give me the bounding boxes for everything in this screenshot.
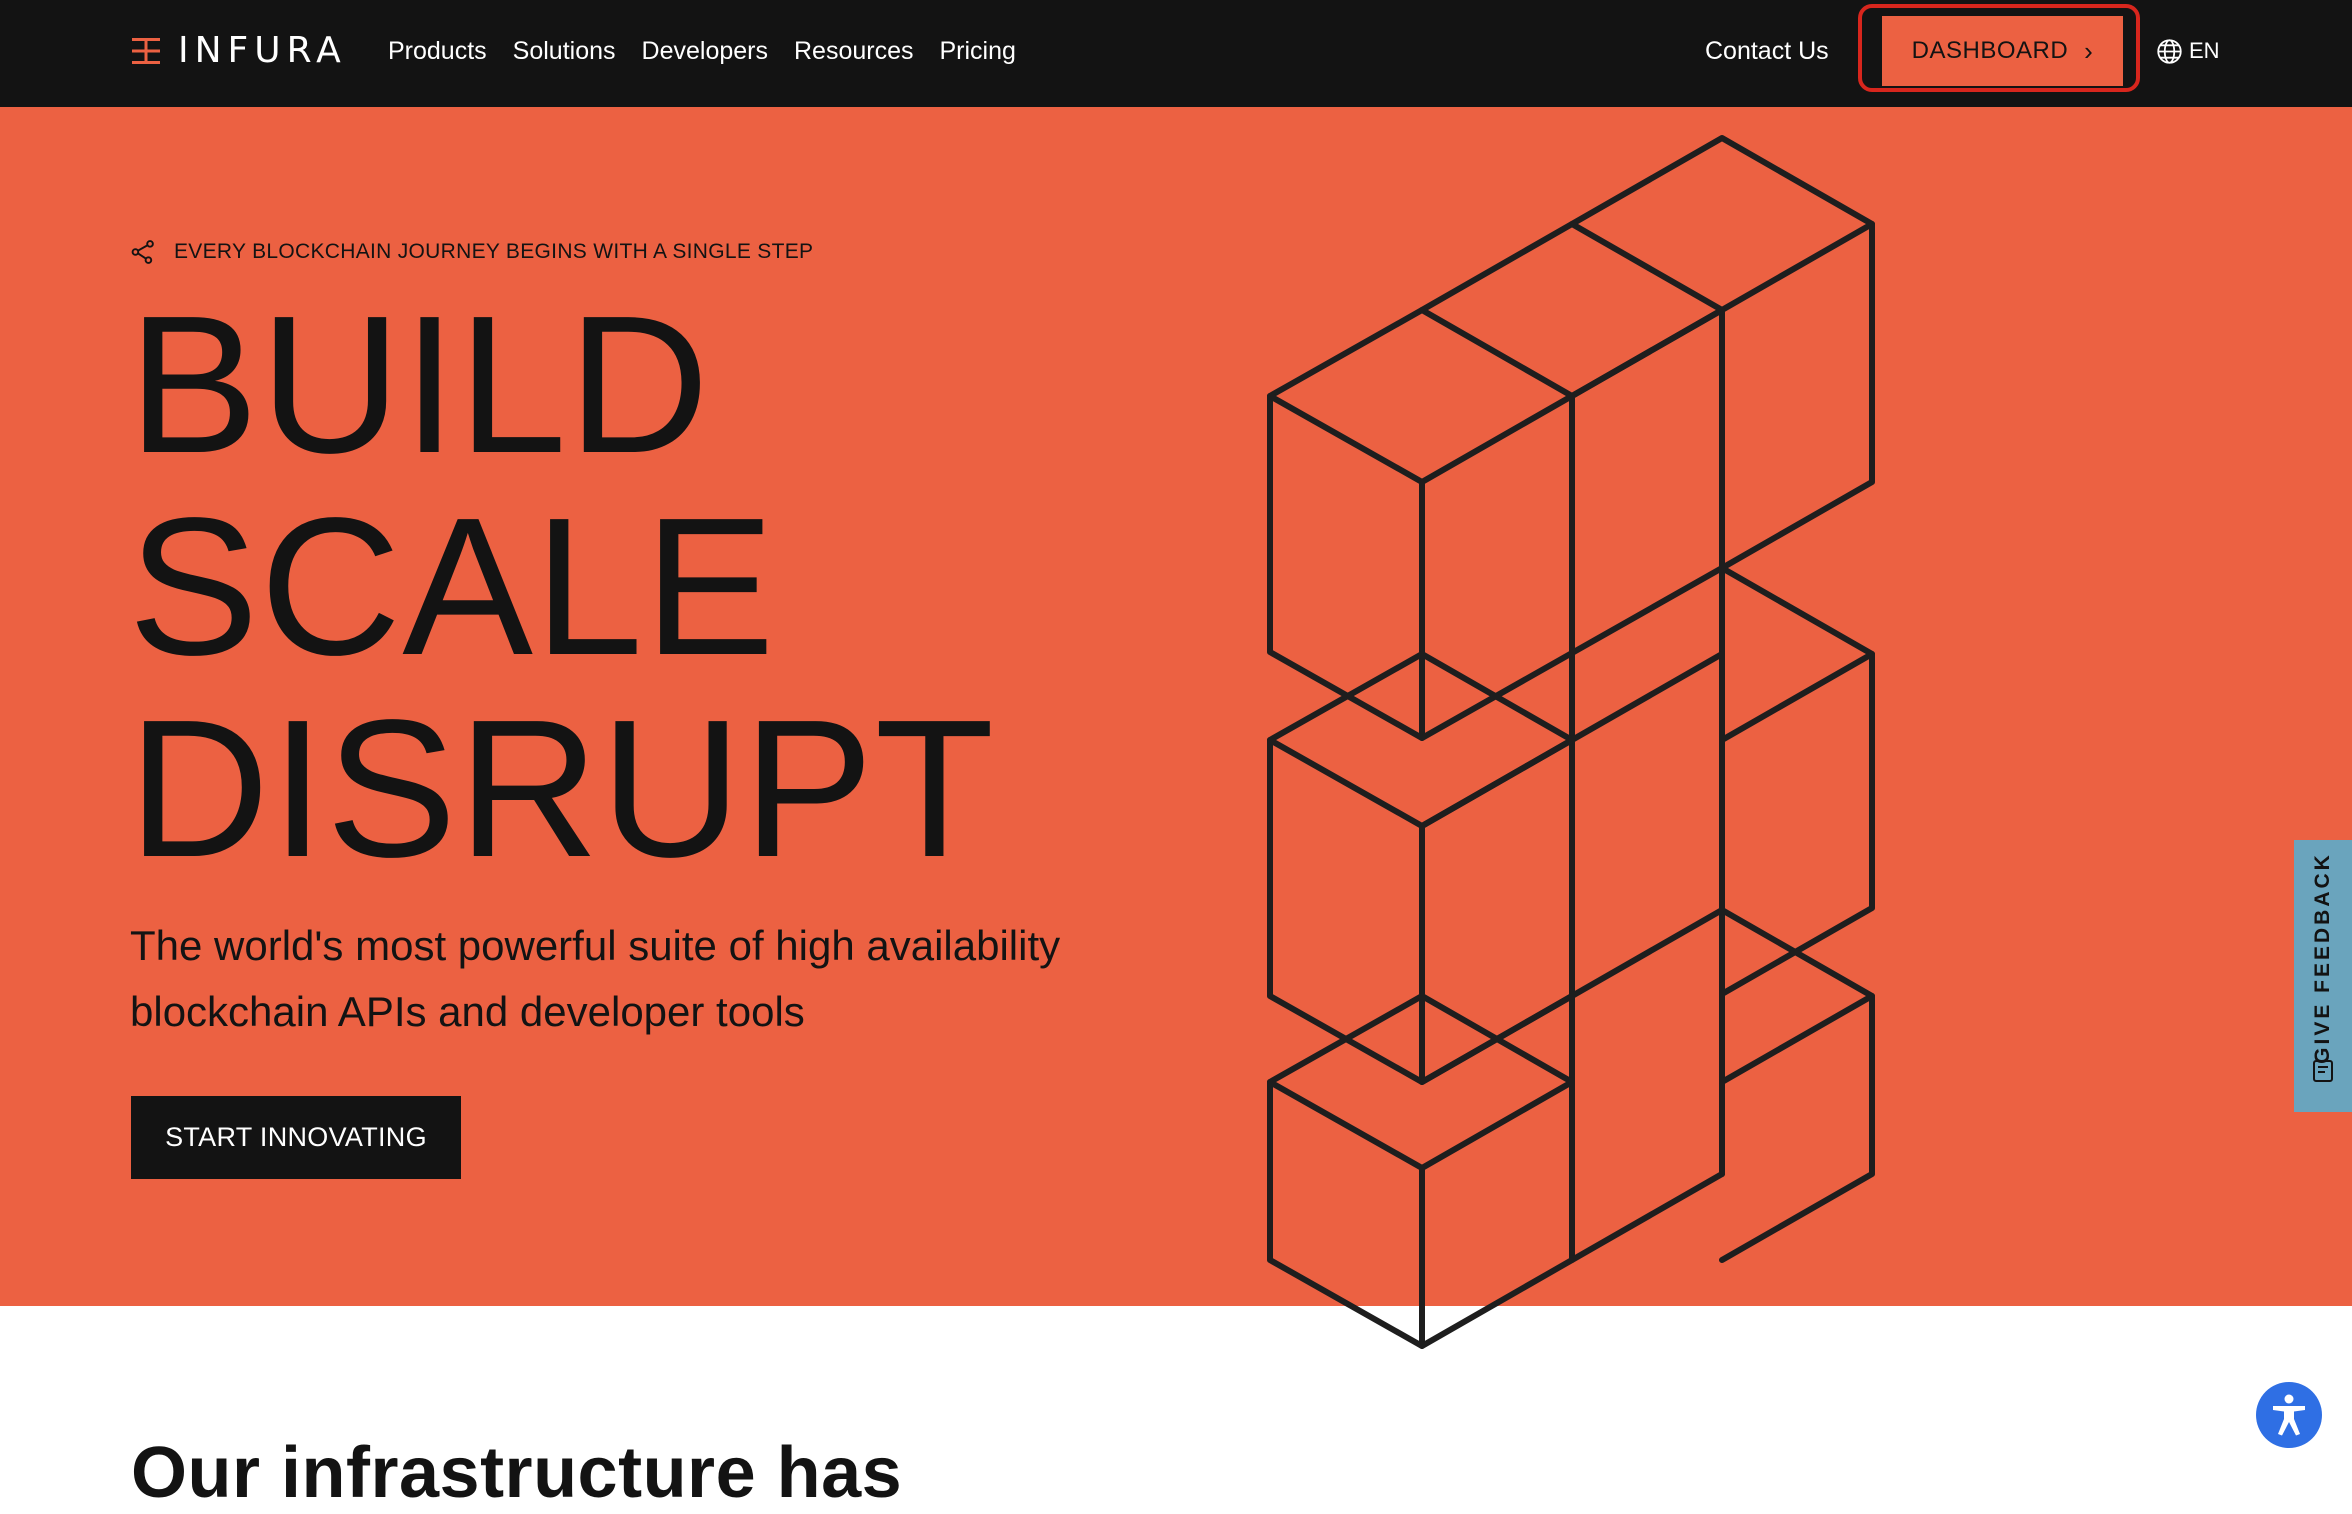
- dashboard-button[interactable]: DASHBOARD ›: [1882, 16, 2123, 86]
- chevron-right-icon: ›: [2084, 36, 2094, 66]
- give-feedback-tab[interactable]: GIVE FEEDBACK: [2294, 840, 2352, 1112]
- share-nodes-icon: [131, 240, 154, 264]
- hero-eyebrow: EVERY BLOCKCHAIN JOURNEY BEGINS WITH A S…: [130, 239, 813, 265]
- nav-item-resources[interactable]: Resources: [794, 37, 914, 66]
- language-code: EN: [2189, 38, 2220, 63]
- language-selector[interactable]: EN: [2156, 0, 2220, 102]
- accessibility-button[interactable]: [2252, 1378, 2326, 1452]
- headline-line-disrupt: DISRUPT: [128, 679, 996, 898]
- feedback-label: GIVE FEEDBACK: [2311, 852, 2334, 1064]
- dashboard-button-label: DASHBOARD: [1911, 37, 2069, 64]
- feedback-note-icon: [2313, 1060, 2333, 1082]
- isometric-cubes-illustration: [1267, 135, 1875, 1349]
- headline-line-build: BUILD: [128, 275, 711, 494]
- nav-item-pricing[interactable]: Pricing: [939, 37, 1015, 66]
- hero-eyebrow-text: EVERY BLOCKCHAIN JOURNEY BEGINS WITH A S…: [174, 240, 814, 263]
- hero-section: EVERY BLOCKCHAIN JOURNEY BEGINS WITH A S…: [0, 107, 2352, 1306]
- accessibility-icon: [2273, 1394, 2305, 1436]
- infrastructure-section-heading: Our infrastructure has: [131, 1433, 903, 1513]
- headline-line-scale: SCALE: [128, 477, 776, 696]
- accessibility-button-inner: [2256, 1382, 2322, 1448]
- nav-item-solutions[interactable]: Solutions: [513, 37, 616, 66]
- hero-subtext: The world's most powerful suite of high …: [130, 922, 1061, 1035]
- infura-logo-icon: [132, 38, 160, 64]
- main-menu: Products Solutions Developers Resources …: [388, 0, 1042, 102]
- start-innovating-button[interactable]: START INNOVATING: [131, 1096, 461, 1179]
- globe-icon: [2157, 38, 2182, 64]
- brand-name: INFURA: [178, 30, 347, 71]
- top-navigation: INFURA Products Solutions Developers Res…: [0, 0, 2352, 107]
- contact-us-link[interactable]: Contact Us: [1705, 0, 1829, 102]
- nav-item-developers[interactable]: Developers: [642, 37, 768, 66]
- nav-item-products[interactable]: Products: [388, 37, 487, 66]
- infura-logo[interactable]: INFURA: [130, 30, 347, 71]
